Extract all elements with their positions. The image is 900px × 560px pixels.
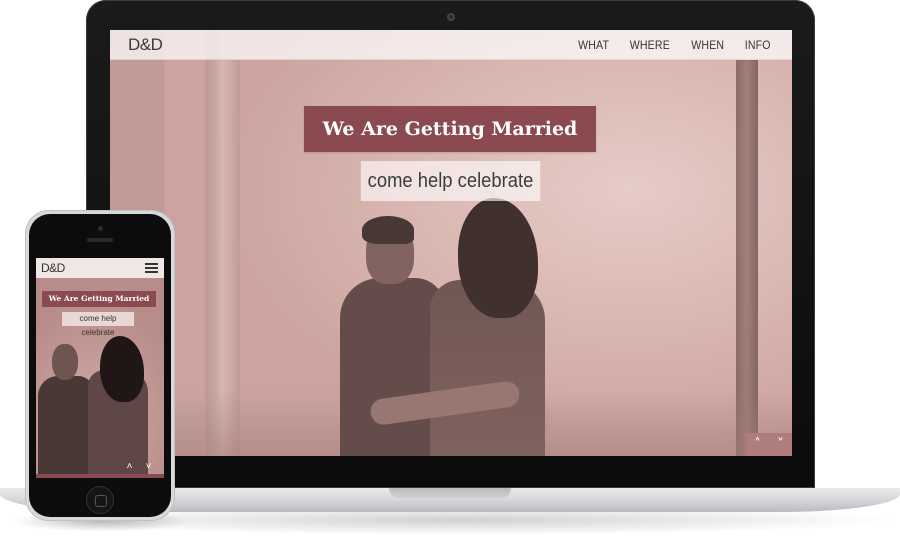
phone-face: D&D We Are Getting Married come help cel… [29, 214, 171, 517]
phone-speaker [87, 238, 113, 242]
mobile-hero-subtitle: come help celebrate [62, 312, 134, 337]
mobile-header: D&D [36, 258, 164, 278]
laptop-camera [447, 13, 455, 21]
phone-screen: D&D We Are Getting Married come help cel… [36, 258, 164, 478]
photo-tint [110, 30, 792, 456]
mobile-photo-couple [38, 336, 156, 478]
mobile-scroll-buttons: ˄ ˅ [120, 460, 158, 474]
phone-camera [98, 226, 103, 231]
site-header: D&D WHAT WHERE WHEN INFO [110, 30, 792, 60]
laptop-screen: D&D WHAT WHERE WHEN INFO We Are Getting … [110, 30, 792, 456]
hero-subtitle: come help celebrate [360, 161, 541, 201]
chevron-down-icon[interactable]: ˅ [777, 438, 784, 451]
site-logo[interactable]: D&D [128, 35, 163, 55]
chevron-down-icon[interactable]: ˅ [146, 462, 152, 472]
home-button[interactable] [86, 486, 114, 514]
nav-info[interactable]: INFO [744, 38, 770, 52]
nav-when[interactable]: WHEN [691, 38, 724, 52]
chevron-up-icon[interactable]: ˄ [127, 462, 133, 472]
main-nav: WHAT WHERE WHEN INFO [576, 38, 772, 52]
nav-where[interactable]: WHERE [630, 38, 670, 52]
chevron-up-icon[interactable]: ˄ [754, 438, 761, 451]
mobile-hero-title: We Are Getting Married [42, 291, 156, 307]
hero-title: We Are Getting Married [304, 106, 596, 152]
nav-what[interactable]: WHAT [578, 38, 609, 52]
mobile-accent-bar [36, 474, 164, 478]
mobile-logo[interactable]: D&D [41, 261, 65, 275]
phone-frame: D&D We Are Getting Married come help cel… [25, 210, 175, 521]
laptop-notch [389, 488, 511, 498]
hamburger-icon[interactable] [145, 263, 158, 273]
scroll-buttons: ˄ ˅ [746, 433, 792, 456]
